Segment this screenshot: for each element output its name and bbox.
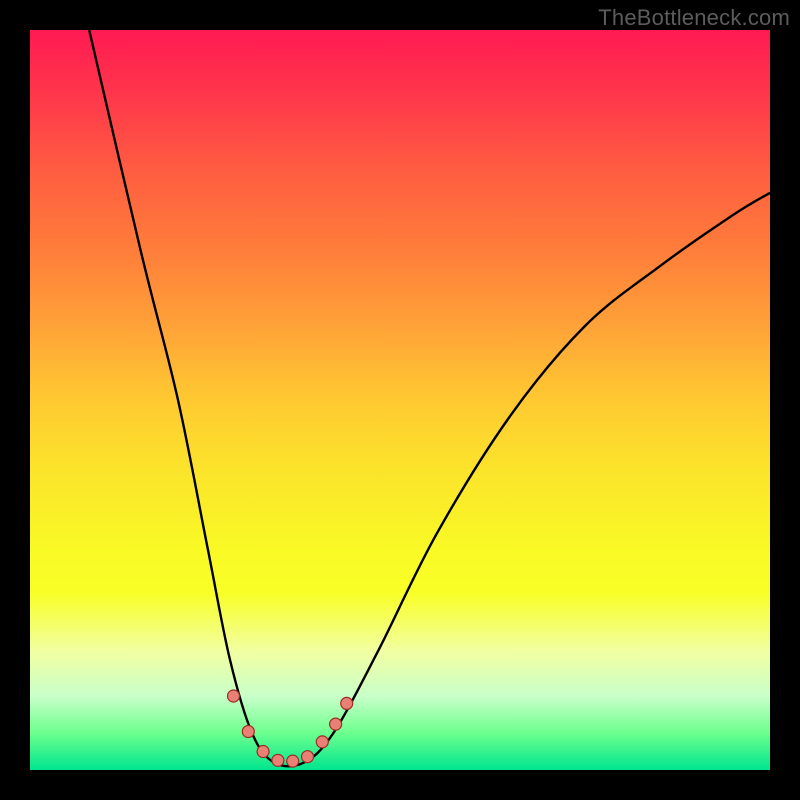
data-marker: [330, 718, 342, 730]
data-marker: [316, 736, 328, 748]
data-marker: [257, 746, 269, 758]
data-marker: [341, 697, 353, 709]
marker-layer: [228, 690, 353, 767]
chart-svg: [30, 30, 770, 770]
plot-area: [30, 30, 770, 770]
data-marker: [287, 755, 299, 767]
watermark-text: TheBottleneck.com: [598, 5, 790, 31]
data-marker: [272, 754, 284, 766]
data-marker: [228, 690, 240, 702]
data-marker: [302, 751, 314, 763]
chart-frame: TheBottleneck.com: [0, 0, 800, 800]
curve-line: [89, 30, 770, 766]
bottleneck-curve: [89, 30, 770, 766]
data-marker: [242, 726, 254, 738]
